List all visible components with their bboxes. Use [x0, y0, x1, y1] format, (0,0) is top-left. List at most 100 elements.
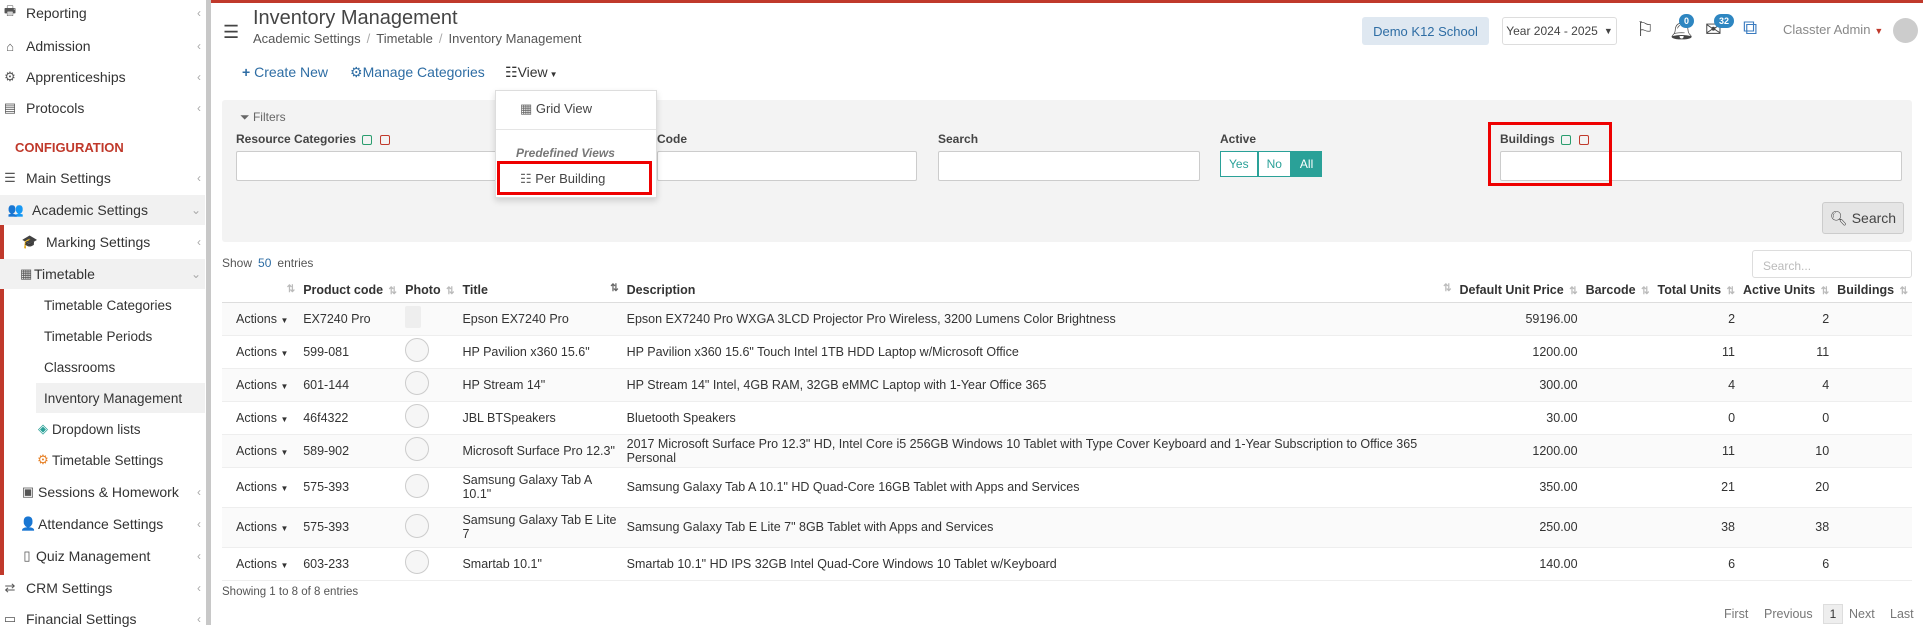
- view-button[interactable]: ☷View ▼: [505, 64, 558, 81]
- row-actions-dropdown[interactable]: Actions ▼: [222, 368, 300, 402]
- chevron-left-icon: ‹: [197, 612, 201, 626]
- search-button[interactable]: 🔍︎ Search: [1822, 202, 1904, 234]
- cell-product-code: 575-393: [299, 507, 402, 548]
- sort-icon[interactable]: ⇅: [287, 284, 295, 295]
- row-actions-dropdown[interactable]: Actions ▼: [222, 302, 300, 336]
- row-actions-dropdown[interactable]: Actions ▼: [222, 401, 300, 435]
- cell-photo: [401, 401, 459, 435]
- sidebar-item-main-settings[interactable]: ☰ Main Settings ‹: [0, 163, 205, 193]
- cell-product-code: 46f4322: [299, 401, 402, 435]
- sidebar-item-quiz-management[interactable]: ▯ Quiz Management ‹: [0, 541, 205, 571]
- sidebar-item-admission[interactable]: ⌂ Admission ‹: [0, 31, 205, 61]
- column-header-buildings[interactable]: Buildings ⇅: [1833, 278, 1912, 303]
- pager-next[interactable]: Next: [1849, 607, 1875, 621]
- pager-current-page[interactable]: 1: [1823, 604, 1843, 624]
- active-yes-button[interactable]: Yes: [1220, 151, 1258, 177]
- column-header-description[interactable]: Description ⇅: [622, 278, 1456, 303]
- clear-selection-icon[interactable]: [380, 134, 391, 145]
- actions-label: Actions: [236, 311, 277, 326]
- sidebar-item-protocols[interactable]: ▤ Protocols ‹: [0, 93, 205, 123]
- sidebar-item-reporting[interactable]: 🖶 Reporting ‹: [0, 0, 205, 28]
- sidebar-item-timetable[interactable]: ▦ Timetable ⌄: [0, 259, 205, 289]
- row-actions-dropdown[interactable]: Actions ▼: [222, 434, 300, 468]
- actions-label: Actions: [236, 344, 277, 359]
- table-row: Actions ▼ 575-393 Samsung Galaxy Tab A 1…: [222, 467, 1912, 508]
- school-selector[interactable]: Demo K12 School: [1362, 17, 1489, 45]
- product-thumbnail[interactable]: [405, 306, 422, 328]
- entries-count-select[interactable]: 50: [258, 256, 271, 270]
- sidebar-item-financial-settings[interactable]: ▭ Financial Settings ‹: [0, 604, 205, 634]
- sidebar-item-academic-settings[interactable]: 👥 Academic Settings ⌄: [0, 195, 205, 225]
- column-header-default-unit-price[interactable]: Default Unit Price ⇅: [1455, 278, 1582, 303]
- sidebar-item-classrooms[interactable]: Classrooms: [0, 352, 205, 382]
- flag-icon[interactable]: ⚐: [1636, 17, 1654, 42]
- cell-barcode: [1581, 507, 1654, 548]
- sidebar-item-timetable-settings[interactable]: ⚙ Timetable Settings: [0, 445, 205, 475]
- sidebar-scrollbar[interactable]: [206, 0, 211, 625]
- active-all-button[interactable]: All: [1290, 151, 1323, 177]
- product-thumbnail[interactable]: [405, 404, 430, 428]
- sidebar-item-dropdown-lists[interactable]: ◈ Dropdown lists: [0, 414, 205, 444]
- pager-last[interactable]: Last: [1890, 607, 1914, 621]
- row-actions-dropdown[interactable]: Actions ▼: [222, 335, 300, 369]
- page-title: Inventory Management: [253, 7, 458, 29]
- grid-view-option[interactable]: ▦ Grid View: [520, 101, 592, 117]
- column-header-product-code[interactable]: Product code ⇅: [299, 278, 402, 303]
- table-grid-icon: ▦: [520, 101, 533, 116]
- sort-icon: ⇅: [1899, 285, 1908, 297]
- sidebar-item-sessions-homework[interactable]: ▣ Sessions & Homework ‹: [0, 477, 205, 507]
- cell-total-units: 21: [1653, 467, 1740, 508]
- cell-active-units: 10: [1739, 434, 1834, 468]
- cell-title: HP Pavilion x360 15.6": [458, 335, 623, 369]
- sidebar-item-inventory-management[interactable]: Inventory Management: [36, 383, 205, 413]
- product-thumbnail[interactable]: [405, 371, 430, 395]
- code-input[interactable]: [657, 151, 917, 181]
- product-thumbnail[interactable]: [405, 513, 430, 538]
- table-info: Showing 1 to 8 of 8 entries: [222, 586, 359, 598]
- cell-buildings: [1833, 467, 1912, 508]
- row-actions-dropdown[interactable]: Actions ▼: [222, 547, 300, 581]
- sidebar-item-label: Timetable Categories: [44, 297, 172, 313]
- sidebar-item-attendance-settings[interactable]: 👤 Attendance Settings ‹: [0, 509, 205, 539]
- pager-first[interactable]: First: [1724, 607, 1748, 621]
- column-header-barcode[interactable]: Barcode ⇅: [1581, 278, 1654, 303]
- sidebar-item-marking-settings[interactable]: 🎓 Marking Settings ‹: [0, 227, 205, 257]
- row-actions-dropdown[interactable]: Actions ▼: [222, 507, 300, 548]
- breadcrumb-item[interactable]: Timetable: [376, 31, 433, 46]
- sidebar-item-apprenticeships[interactable]: ⚙ Apprenticeships ‹: [0, 62, 205, 92]
- resource-categories-input[interactable]: [236, 151, 501, 181]
- layers-plus-icon[interactable]: ⧉: [1743, 17, 1757, 40]
- cell-description: Samsung Galaxy Tab A 10.1" HD Quad-Core …: [622, 467, 1456, 508]
- product-thumbnail[interactable]: [405, 550, 430, 574]
- active-no-button[interactable]: No: [1257, 151, 1291, 177]
- breadcrumb-item[interactable]: Academic Settings: [253, 31, 361, 46]
- column-header-active-units[interactable]: Active Units ⇅: [1739, 278, 1834, 303]
- column-header-photo[interactable]: Photo ⇅: [401, 278, 459, 303]
- sidebar-item-timetable-categories[interactable]: Timetable Categories: [0, 290, 205, 320]
- user-menu[interactable]: Classter Admin ▼: [1783, 22, 1883, 37]
- code-label: Code: [657, 132, 687, 146]
- year-selector[interactable]: Year 2024 - 2025 ▼: [1502, 17, 1617, 45]
- column-header-total-units[interactable]: Total Units ⇅: [1653, 278, 1740, 303]
- product-thumbnail[interactable]: [405, 338, 430, 362]
- row-actions-dropdown[interactable]: Actions ▼: [222, 467, 300, 508]
- hamburger-menu-icon[interactable]: ☰: [223, 22, 239, 43]
- cell-description: Epson EX7240 Pro WXGA 3LCD Projector Pro…: [622, 302, 1456, 336]
- cell-product-code: 575-393: [299, 467, 402, 508]
- table-search-input[interactable]: Search...: [1752, 250, 1912, 278]
- product-thumbnail[interactable]: [405, 437, 430, 461]
- column-header-title[interactable]: Title ⇅: [458, 278, 623, 303]
- sidebar-item-timetable-periods[interactable]: Timetable Periods: [0, 321, 205, 351]
- sidebar-item-crm-settings[interactable]: ⇄ CRM Settings ‹: [0, 573, 205, 603]
- avatar[interactable]: [1893, 18, 1918, 43]
- product-thumbnail[interactable]: [405, 473, 430, 498]
- breadcrumb-item: Inventory Management: [448, 31, 582, 46]
- chevron-left-icon: ‹: [197, 485, 201, 499]
- search-input[interactable]: [938, 151, 1200, 181]
- caret-down-icon: ▼: [280, 447, 289, 457]
- create-new-button[interactable]: + Create New: [242, 64, 328, 80]
- select-all-checkbox-icon[interactable]: [362, 134, 373, 145]
- pager-previous[interactable]: Previous: [1764, 607, 1813, 621]
- manage-categories-button[interactable]: ⚙Manage Categories: [350, 64, 485, 81]
- plus-icon: +: [242, 64, 251, 80]
